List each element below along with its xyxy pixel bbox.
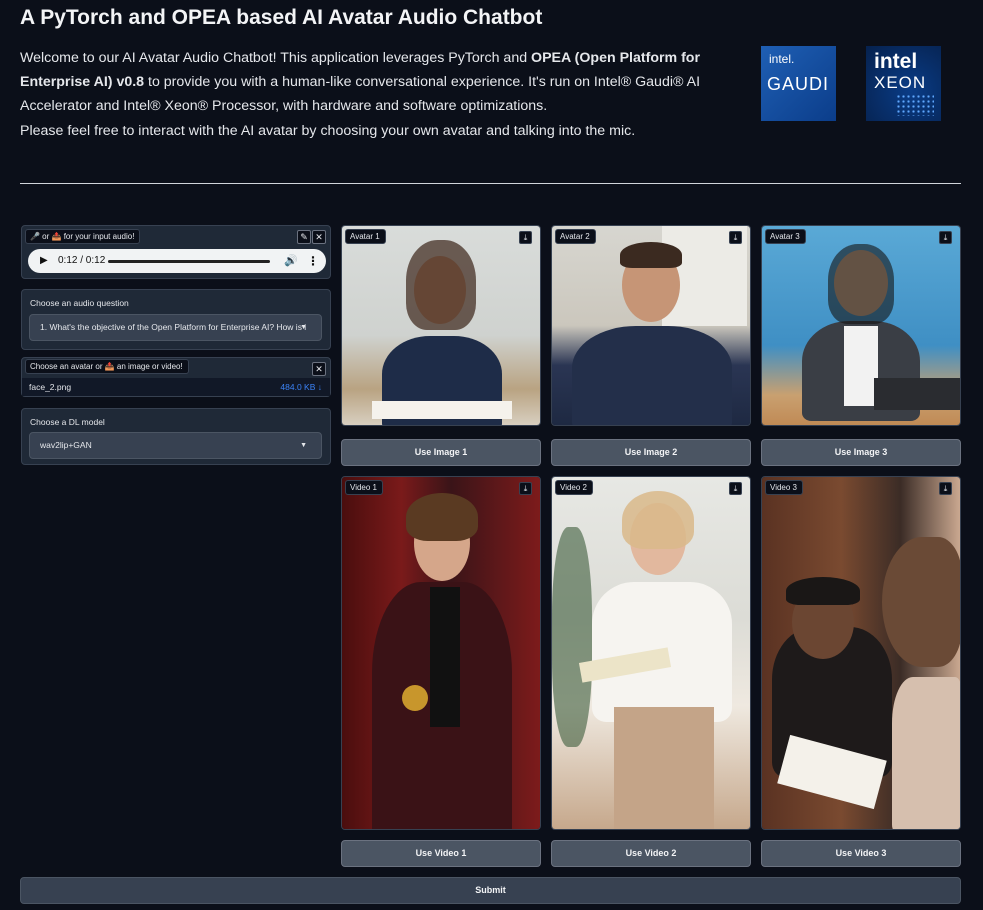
use-image-1-button[interactable]: Use Image 1 xyxy=(341,439,541,466)
video-1-shirt xyxy=(430,587,460,727)
download-icon[interactable]: ⤓ xyxy=(729,482,742,495)
chevron-down-icon: ▼ xyxy=(300,442,307,449)
video-2-trousers xyxy=(614,707,714,829)
video-2-label: Video 2 xyxy=(555,480,593,495)
file-name: face_2.png xyxy=(29,382,72,392)
video-3-player[interactable]: Video 3 ⤓ xyxy=(761,476,961,830)
intel-xeon-logo: intel XEON xyxy=(866,46,941,121)
play-icon[interactable]: ▶ xyxy=(40,249,48,273)
xeon-logo-product: XEON xyxy=(874,73,927,92)
download-icon[interactable]: ⤓ xyxy=(939,231,952,244)
audio-question-label: Choose an audio question xyxy=(30,298,129,308)
header-divider xyxy=(20,183,961,184)
video-3-label: Video 3 xyxy=(765,480,803,495)
avatar-2-image[interactable]: Avatar 2 ⤓ xyxy=(551,225,751,426)
download-icon[interactable]: ⤓ xyxy=(519,482,532,495)
chevron-down-icon: ▼ xyxy=(300,324,307,331)
download-icon[interactable]: ⤓ xyxy=(519,231,532,244)
avatar-1-picture xyxy=(342,226,540,425)
video-1-player[interactable]: Video 1 ⤓ xyxy=(341,476,541,830)
close-icon[interactable]: ✕ xyxy=(312,230,326,244)
intel-gaudi-logo: intel. GAUDI xyxy=(761,46,836,121)
dl-model-dropdown[interactable]: wav2lip+GAN ▼ xyxy=(29,432,322,459)
video-2-hair xyxy=(622,491,694,549)
avatar-2-label: Avatar 2 xyxy=(555,229,596,244)
gaudi-logo-brand: intel. xyxy=(769,52,795,66)
video-1-label: Video 1 xyxy=(345,480,383,495)
audio-question-panel: Choose an audio question 1. What's the o… xyxy=(21,289,331,350)
use-video-3-button[interactable]: Use Video 3 xyxy=(761,840,961,867)
video-3-picture xyxy=(762,477,960,829)
video-3-woman-hair xyxy=(882,537,960,667)
more-options-icon[interactable]: ⋮ xyxy=(307,249,319,273)
dl-model-selected: wav2lip+GAN xyxy=(40,440,92,450)
avatar-1-hair xyxy=(406,240,476,330)
close-icon[interactable]: ✕ xyxy=(312,362,326,376)
audio-question-selected: 1. What's the objective of the Open Plat… xyxy=(40,322,307,332)
video-2-player[interactable]: Video 2 ⤓ xyxy=(551,476,751,830)
dl-model-panel: Choose a DL model wav2lip+GAN ▼ xyxy=(21,408,331,465)
audio-question-dropdown[interactable]: 1. What's the objective of the Open Plat… xyxy=(29,314,322,341)
audio-progress-track[interactable] xyxy=(108,260,270,263)
dl-model-label: Choose a DL model xyxy=(30,417,105,427)
file-size-download[interactable]: 484.0 KB ↓ xyxy=(280,378,322,396)
audio-input-label: 🎤 or 📤 for your input audio! xyxy=(25,229,141,244)
audio-input-panel: 🎤 or 📤 for your input audio! ✎ ✕ ▶ 0:12 … xyxy=(21,225,331,279)
use-video-1-button[interactable]: Use Video 1 xyxy=(341,840,541,867)
intro-line2: Please feel free to interact with the AI… xyxy=(20,122,636,139)
intro-part1: Welcome to our AI Avatar Audio Chatbot! … xyxy=(20,50,532,66)
volume-icon[interactable]: 🔊 xyxy=(284,249,298,273)
avatar-3-shirt xyxy=(844,326,878,406)
avatar-2-picture xyxy=(552,226,750,425)
video-3-woman-body xyxy=(892,677,960,829)
avatar-2-body xyxy=(572,326,732,425)
avatar-upload-panel: Choose an avatar or 📤 an image or video!… xyxy=(21,357,331,397)
avatar-2-hair xyxy=(620,242,682,268)
download-icon[interactable]: ⤓ xyxy=(939,482,952,495)
download-icon[interactable]: ⤓ xyxy=(729,231,742,244)
use-image-2-button[interactable]: Use Image 2 xyxy=(551,439,751,466)
avatar-1-paper xyxy=(372,401,512,419)
submit-button[interactable]: Submit xyxy=(20,877,961,904)
video-2-picture xyxy=(552,477,750,829)
avatar-3-picture xyxy=(762,226,960,425)
edit-icon[interactable]: ✎ xyxy=(297,230,311,244)
audio-player[interactable]: ▶ 0:12 / 0:12 🔊 ⋮ xyxy=(28,249,326,273)
xeon-logo-dots xyxy=(896,94,934,116)
avatar-3-image[interactable]: Avatar 3 ⤓ xyxy=(761,225,961,426)
gaudi-logo-product: GAUDI xyxy=(767,74,830,94)
avatar-1-image[interactable]: Avatar 1 ⤓ xyxy=(341,225,541,426)
video-1-trophy xyxy=(402,685,428,711)
video-3-hat xyxy=(786,577,860,605)
avatar-upload-label: Choose an avatar or 📤 an image or video! xyxy=(25,359,189,374)
avatar-3-label: Avatar 3 xyxy=(765,229,806,244)
video-1-picture xyxy=(342,477,540,829)
avatar-3-hair xyxy=(828,244,894,324)
video-2-plant xyxy=(552,527,592,747)
use-image-3-button[interactable]: Use Image 3 xyxy=(761,439,961,466)
use-video-2-button[interactable]: Use Video 2 xyxy=(551,840,751,867)
xeon-logo-brand: intel xyxy=(874,50,918,73)
avatar-1-label: Avatar 1 xyxy=(345,229,386,244)
audio-time: 0:12 / 0:12 xyxy=(58,255,106,266)
intro-text: Welcome to our AI Avatar Audio Chatbot! … xyxy=(20,46,720,143)
uploaded-file-row[interactable]: face_2.png 484.0 KB ↓ xyxy=(22,378,330,396)
avatar-3-laptop xyxy=(874,378,960,410)
video-1-hair xyxy=(406,493,478,541)
page-title: A PyTorch and OPEA based AI Avatar Audio… xyxy=(20,6,543,29)
